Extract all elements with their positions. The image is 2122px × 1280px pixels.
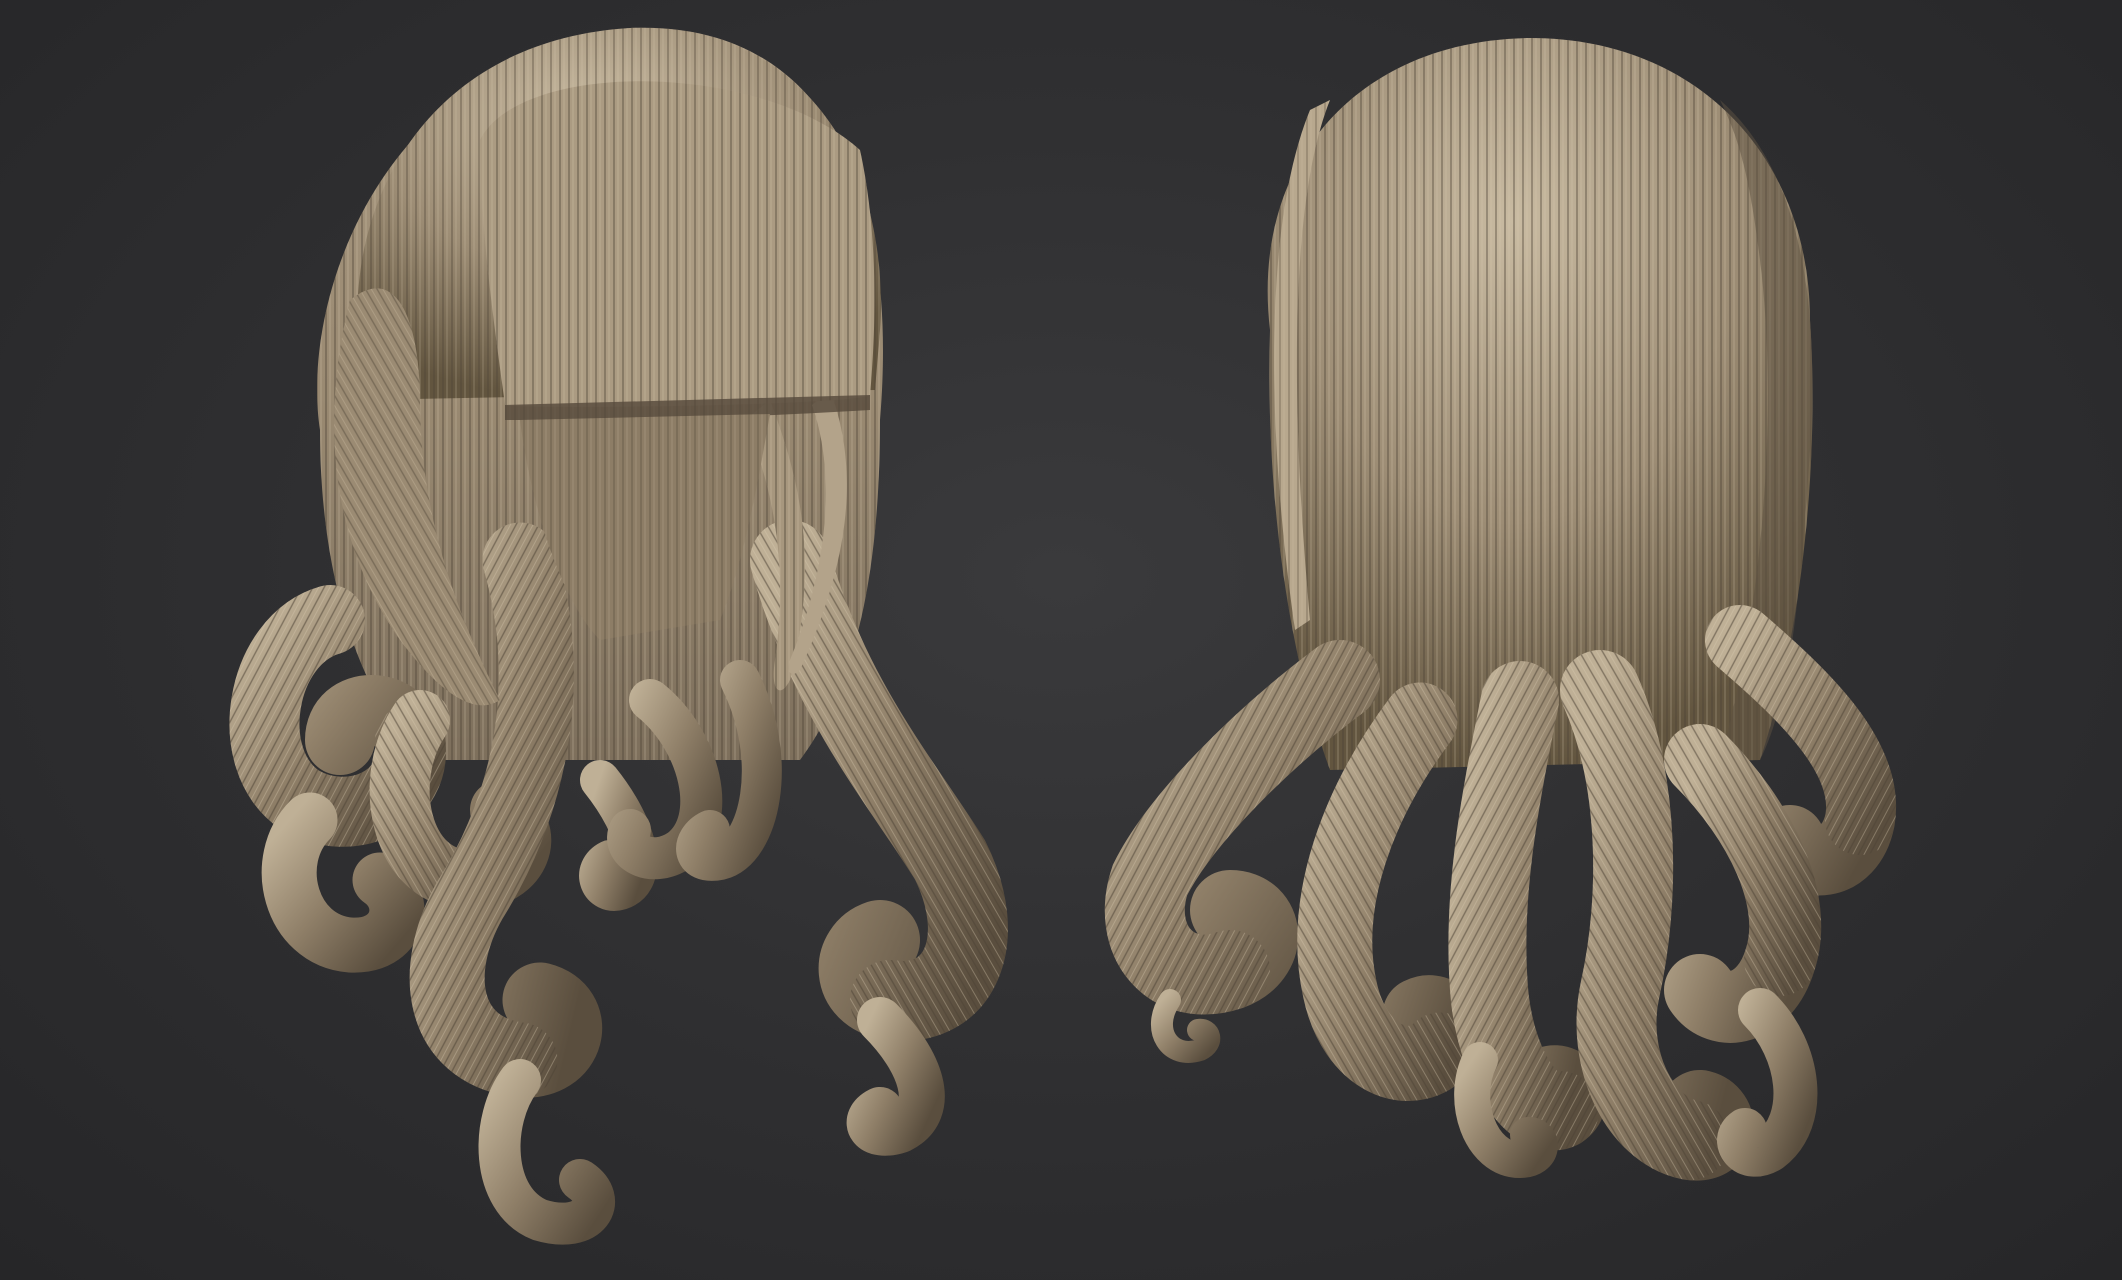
hair-render bbox=[229, 27, 1897, 1245]
front-hair-model bbox=[229, 27, 1008, 1245]
front-right-curls bbox=[750, 520, 1008, 1156]
sculpt-viewport bbox=[0, 0, 2122, 1280]
back-hair-model bbox=[1104, 38, 1897, 1181]
back-left-curls bbox=[1104, 640, 1486, 1101]
